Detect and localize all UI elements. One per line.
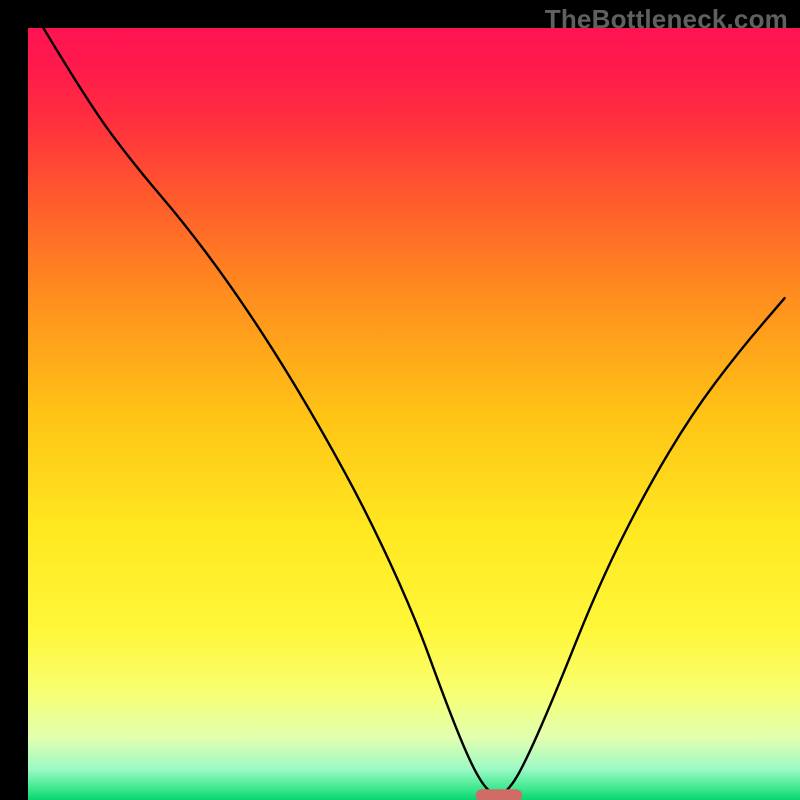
optimal-marker — [476, 789, 522, 800]
chart-frame — [14, 14, 786, 786]
bottleneck-chart — [28, 28, 800, 800]
watermark-text: TheBottleneck.com — [545, 4, 788, 35]
gradient-background — [28, 28, 800, 800]
